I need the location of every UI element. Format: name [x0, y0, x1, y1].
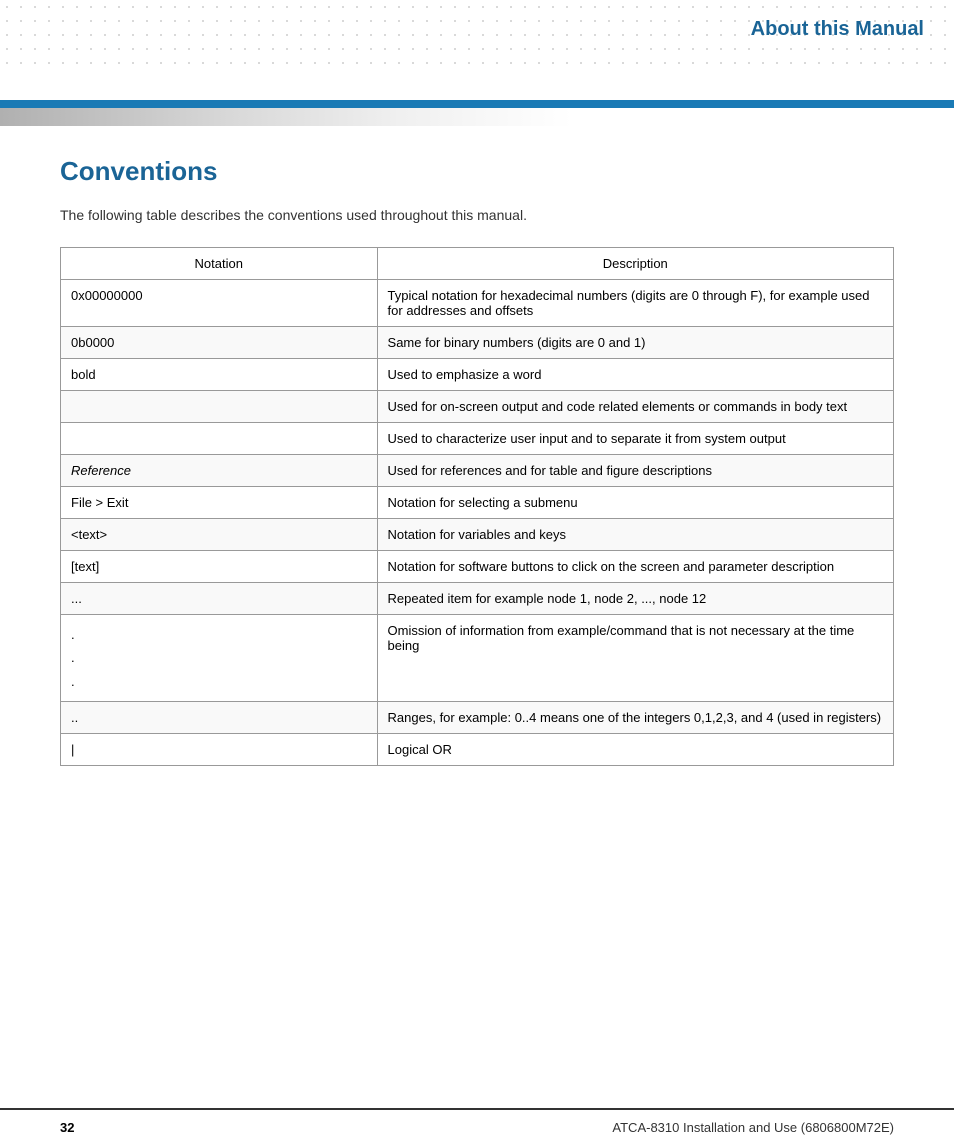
table-cell-notation: | [61, 734, 378, 766]
table-cell-description: Used for references and for table and fi… [377, 455, 893, 487]
table-row: ...Repeated item for example node 1, nod… [61, 583, 894, 615]
table-cell-description: Used to characterize user input and to s… [377, 423, 893, 455]
table-header-row: Notation Description [61, 248, 894, 280]
table-row: 0x00000000Typical notation for hexadecim… [61, 280, 894, 327]
table-cell-notation: Reference [61, 455, 378, 487]
table-row: boldUsed to emphasize a word [61, 359, 894, 391]
table-row: Used for on-screen output and code relat… [61, 391, 894, 423]
table-row: Used to characterize user input and to s… [61, 423, 894, 455]
col-header-description: Description [377, 248, 893, 280]
table-cell-notation: [text] [61, 551, 378, 583]
section-heading: Conventions [60, 156, 894, 187]
table-row: ..Ranges, for example: 0..4 means one of… [61, 702, 894, 734]
page-title: About this Manual [751, 18, 924, 41]
table-cell-notation [61, 423, 378, 455]
footer-document-title: ATCA-8310 Installation and Use (6806800M… [612, 1120, 894, 1135]
table-cell-notation: .. [61, 702, 378, 734]
table-row: [text]Notation for software buttons to c… [61, 551, 894, 583]
gray-swoosh-decoration [0, 108, 572, 126]
table-cell-notation: 0x00000000 [61, 280, 378, 327]
table-cell-description: Used to emphasize a word [377, 359, 893, 391]
table-cell-description: Notation for variables and keys [377, 519, 893, 551]
table-cell-notation: 0b0000 [61, 327, 378, 359]
footer-page-number: 32 [60, 1120, 74, 1135]
table-cell-description: Notation for software buttons to click o… [377, 551, 893, 583]
table-row: <text>Notation for variables and keys [61, 519, 894, 551]
table-row: 0b0000Same for binary numbers (digits ar… [61, 327, 894, 359]
table-row: . . .Omission of information from exampl… [61, 615, 894, 702]
table-cell-description: Ranges, for example: 0..4 means one of t… [377, 702, 893, 734]
table-cell-description: Repeated item for example node 1, node 2… [377, 583, 893, 615]
main-content: Conventions The following table describe… [0, 126, 954, 826]
header-title-bar: About this Manual [751, 0, 954, 51]
table-cell-description: Omission of information from example/com… [377, 615, 893, 702]
table-cell-description: Typical notation for hexadecimal numbers… [377, 280, 893, 327]
intro-paragraph: The following table describes the conven… [60, 207, 894, 223]
page-footer: 32 ATCA-8310 Installation and Use (68068… [0, 1108, 954, 1145]
table-cell-description: Used for on-screen output and code relat… [377, 391, 893, 423]
table-cell-notation: File > Exit [61, 487, 378, 519]
table-cell-notation: <text> [61, 519, 378, 551]
table-cell-notation [61, 391, 378, 423]
table-cell-description: Logical OR [377, 734, 893, 766]
table-cell-notation: . . . [61, 615, 378, 702]
col-header-notation: Notation [61, 248, 378, 280]
table-cell-notation: bold [61, 359, 378, 391]
table-cell-description: Notation for selecting a submenu [377, 487, 893, 519]
table-row: |Logical OR [61, 734, 894, 766]
blue-rule-decoration [0, 100, 954, 108]
table-row: ReferenceUsed for references and for tab… [61, 455, 894, 487]
header: About this Manual [0, 0, 954, 100]
conventions-table: Notation Description 0x00000000Typical n… [60, 247, 894, 766]
table-cell-description: Same for binary numbers (digits are 0 an… [377, 327, 893, 359]
table-row: File > ExitNotation for selecting a subm… [61, 487, 894, 519]
table-cell-notation: ... [61, 583, 378, 615]
